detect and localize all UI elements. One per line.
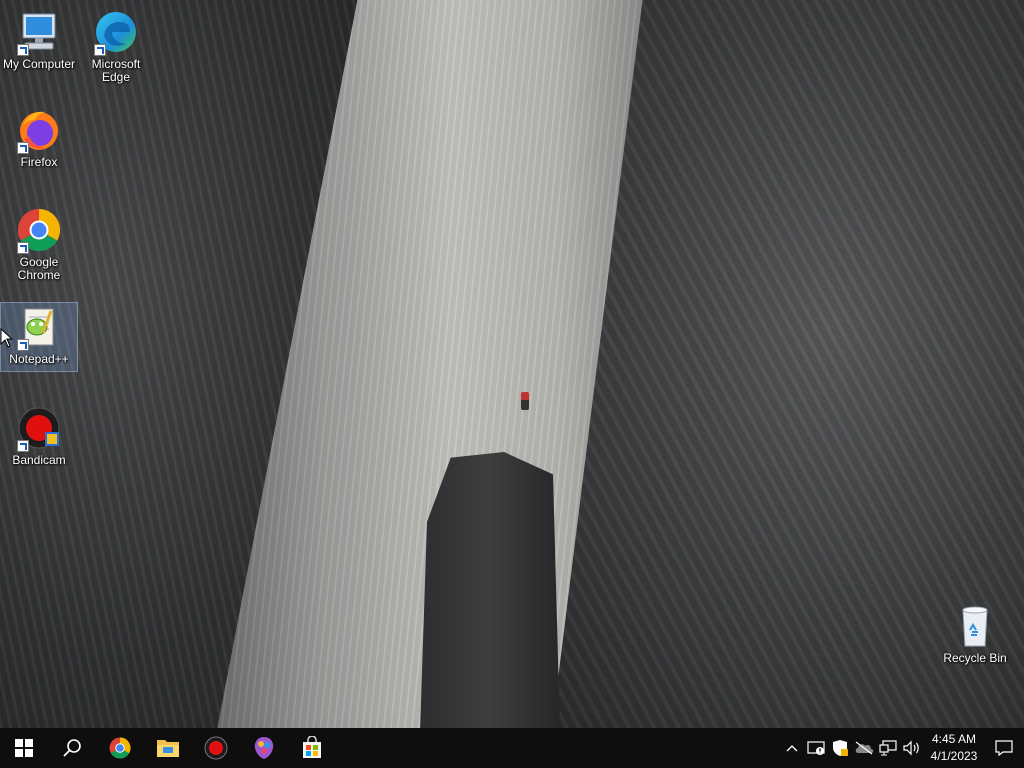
tray-onedrive[interactable] — [852, 728, 876, 768]
action-center-icon — [995, 740, 1013, 756]
edge-icon — [92, 8, 140, 56]
taskbar-bandicam[interactable] — [192, 728, 240, 768]
recycle-bin[interactable]: Recycle Bin — [937, 602, 1013, 665]
bandicam-icon — [15, 404, 63, 452]
tray-defender[interactable] — [828, 728, 852, 768]
taskbar-paint[interactable] — [240, 728, 288, 768]
icon-label: Notepad++ — [9, 352, 69, 366]
network-icon — [879, 740, 897, 756]
defender-icon — [833, 740, 848, 756]
recycle-bin-icon — [951, 602, 999, 650]
taskbar-chrome[interactable] — [96, 728, 144, 768]
computer-icon — [15, 8, 63, 56]
firefox-icon — [15, 106, 63, 154]
start-button[interactable] — [0, 728, 48, 768]
paint-icon — [254, 737, 274, 759]
tray-volume[interactable] — [900, 728, 924, 768]
google-chrome-shortcut[interactable]: Google Chrome — [1, 206, 77, 282]
bandicam-icon — [204, 736, 228, 760]
chrome-icon — [15, 206, 63, 254]
tray-network[interactable] — [876, 728, 900, 768]
icon-label: Firefox — [20, 155, 58, 169]
taskbar-store[interactable] — [288, 728, 336, 768]
chevron-up-icon — [786, 745, 798, 752]
security-icon — [807, 741, 825, 755]
bandicam-shortcut[interactable]: Bandicam — [1, 404, 77, 467]
show-hidden-icons-button[interactable] — [780, 728, 804, 768]
icon-label: Google Chrome — [17, 255, 61, 282]
firefox-shortcut[interactable]: Firefox — [1, 106, 77, 169]
clock-time: 4:45 AM — [931, 732, 977, 746]
file-explorer-icon — [157, 740, 179, 757]
mouse-cursor-icon — [0, 328, 14, 348]
store-icon — [303, 736, 321, 758]
taskbar: 4:45 AM 4/1/2023 — [0, 728, 1024, 768]
my-computer-shortcut[interactable]: My Computer — [1, 8, 77, 71]
icon-label: Recycle Bin — [943, 651, 1007, 665]
system-tray: 4:45 AM 4/1/2023 — [780, 728, 1024, 768]
clock-date: 4/1/2023 — [930, 749, 978, 763]
notepad-plus-plus-icon — [15, 303, 63, 351]
icon-label: Microsoft Edge — [91, 57, 141, 84]
icon-label: My Computer — [2, 57, 76, 71]
clock[interactable]: 4:45 AM 4/1/2023 — [924, 728, 984, 768]
desktop-wallpaper — [0, 0, 1024, 728]
volume-icon — [903, 740, 919, 756]
chrome-icon — [109, 737, 131, 759]
search-icon — [63, 739, 81, 757]
search-button[interactable] — [48, 728, 96, 768]
action-center-button[interactable] — [984, 728, 1024, 768]
windows-start-icon — [15, 739, 33, 757]
microsoft-edge-shortcut[interactable]: Microsoft Edge — [78, 8, 154, 84]
taskbar-file-explorer[interactable] — [144, 728, 192, 768]
icon-label: Bandicam — [12, 453, 66, 467]
tray-security[interactable] — [804, 728, 828, 768]
onedrive-icon — [855, 741, 874, 755]
